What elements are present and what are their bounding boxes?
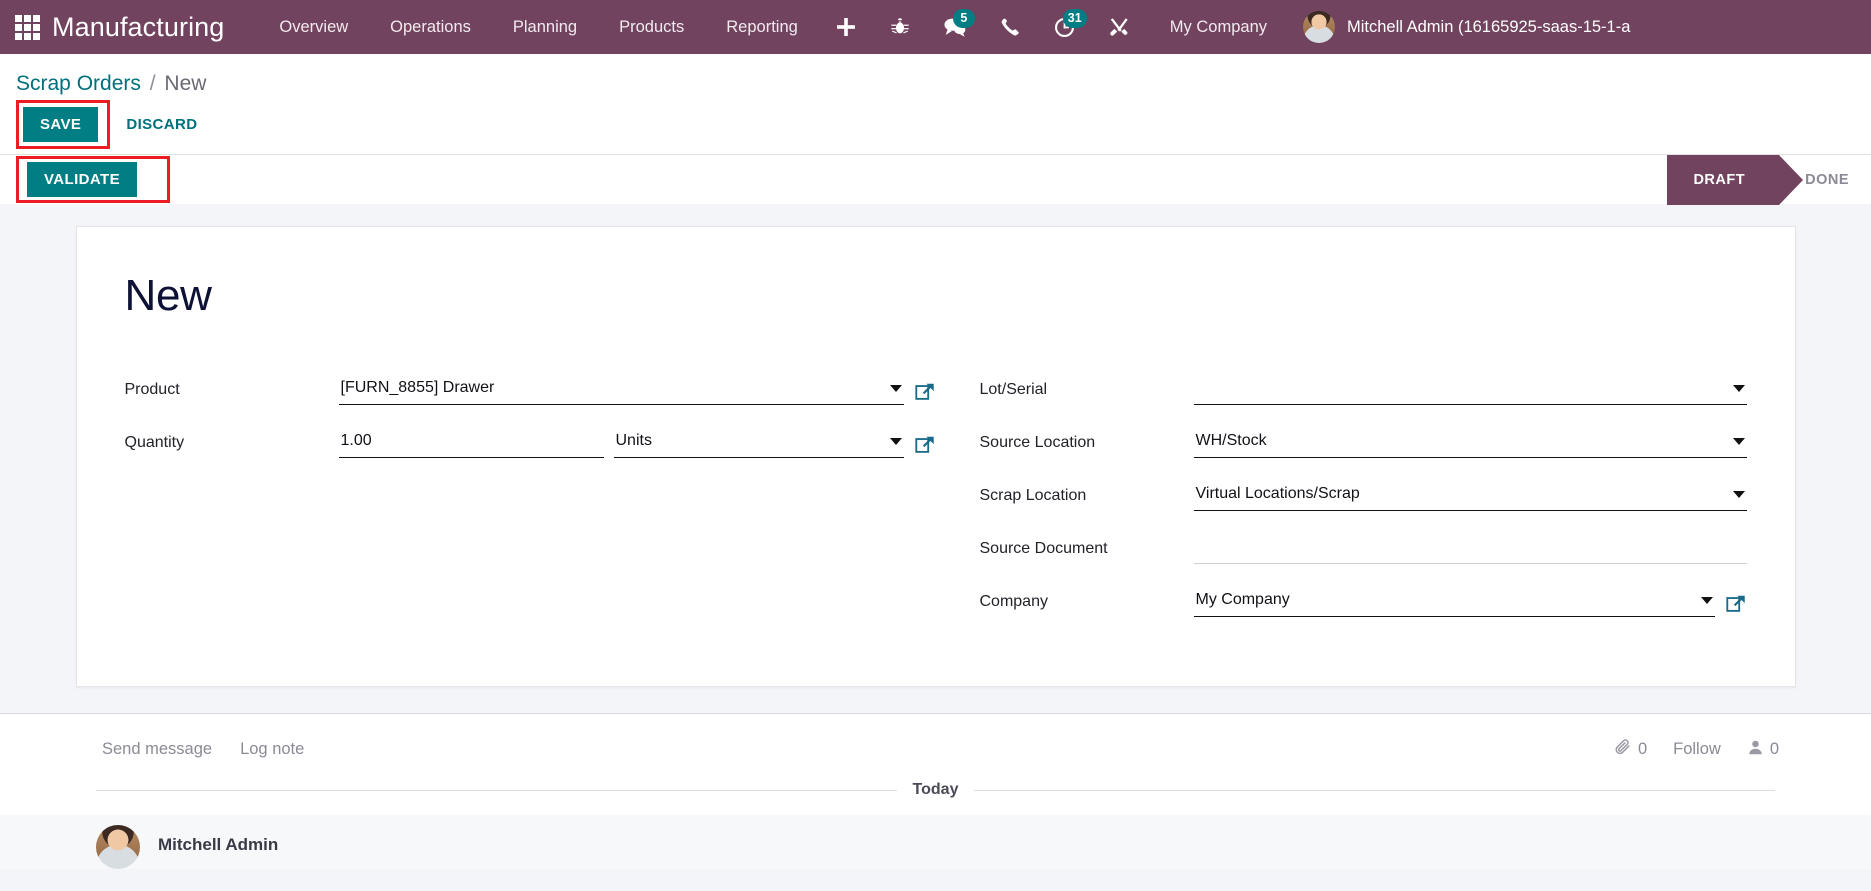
quantity-value: 1.00 xyxy=(340,432,372,449)
source-document-label: Source Document xyxy=(979,540,1108,557)
activity-clock-icon[interactable]: 31 xyxy=(1037,0,1092,54)
lot-serial-label: Lot/Serial xyxy=(979,381,1048,398)
form-columns: Product [FURN_8855] Drawer Quantity 1.00… xyxy=(125,367,1747,632)
messages-badge: 5 xyxy=(952,9,975,28)
field-row-source-document: Source Document xyxy=(980,526,1747,564)
lot-serial-input[interactable] xyxy=(1193,377,1747,405)
activity-badge: 31 xyxy=(1062,9,1087,28)
company-value: My Company xyxy=(1195,591,1290,608)
breadcrumb-current: New xyxy=(164,72,207,95)
statusbar: DRAFT DONE xyxy=(1667,154,1871,205)
product-input[interactable]: [FURN_8855] Drawer xyxy=(338,377,904,405)
uom-input[interactable]: Units xyxy=(613,430,904,458)
form-column-right: Lot/Serial Source Location WH/Stock Scra… xyxy=(936,367,1747,632)
uom-external-link-icon[interactable] xyxy=(914,434,936,456)
quantity-label: Quantity xyxy=(124,434,185,451)
separator-line xyxy=(974,789,1775,791)
uom-value: Units xyxy=(615,432,652,449)
source-location-label: Source Location xyxy=(979,434,1096,451)
breadcrumb-parent[interactable]: Scrap Orders xyxy=(16,72,141,95)
navbar-company-label[interactable]: My Company xyxy=(1146,18,1285,37)
tools-icon[interactable] xyxy=(1092,0,1146,54)
sheet-container: New Product [FURN_8855] Drawer Quantity … xyxy=(0,204,1871,687)
status-step-done[interactable]: DONE xyxy=(1779,155,1871,205)
phone-icon[interactable] xyxy=(983,0,1037,54)
followers-counter[interactable]: 0 xyxy=(1747,739,1779,761)
field-row-source-location: Source Location WH/Stock xyxy=(980,420,1747,458)
top-navbar: Manufacturing Overview Operations Planni… xyxy=(0,0,1871,54)
quantity-input[interactable]: 1.00 xyxy=(338,430,604,458)
company-external-link-icon[interactable] xyxy=(1725,593,1747,615)
field-row-lot-serial: Lot/Serial xyxy=(980,367,1747,405)
scrap-location-input[interactable]: Virtual Locations/Scrap xyxy=(1193,483,1747,511)
nav-item-overview[interactable]: Overview xyxy=(258,0,369,54)
chatter-action-buttons: Send message Log note xyxy=(96,736,310,763)
chevron-down-icon[interactable] xyxy=(889,384,902,392)
send-message-button[interactable]: Send message xyxy=(96,736,218,763)
breadcrumb: Scrap Orders / New xyxy=(16,54,1871,102)
plus-icon[interactable] xyxy=(819,0,873,54)
followers-count: 0 xyxy=(1769,740,1779,758)
company-input[interactable]: My Company xyxy=(1193,589,1715,617)
follow-button[interactable]: Follow xyxy=(1673,740,1721,759)
chatter-meta: 0 Follow 0 xyxy=(1614,738,1779,761)
form-column-left: Product [FURN_8855] Drawer Quantity 1.00… xyxy=(125,367,936,632)
chevron-down-icon[interactable] xyxy=(889,437,902,445)
chevron-down-icon[interactable] xyxy=(1732,490,1745,498)
avatar xyxy=(1303,11,1335,43)
message-avatar xyxy=(96,825,140,869)
user-menu[interactable]: Mitchell Admin (16165925-saas-15-1-a xyxy=(1285,11,1630,43)
message-item: Mitchell Admin xyxy=(0,815,1871,869)
attachment-count: 0 xyxy=(1637,740,1648,758)
source-location-value: WH/Stock xyxy=(1195,432,1267,449)
save-button-highlight: SAVE xyxy=(16,99,111,149)
save-button[interactable]: SAVE xyxy=(23,106,99,142)
separator-line xyxy=(96,789,897,791)
discard-button[interactable]: DISCARD xyxy=(110,107,213,142)
company-label: Company xyxy=(979,593,1048,610)
user-icon xyxy=(1747,739,1764,761)
messages-icon[interactable]: 5 xyxy=(927,0,983,54)
nav-item-reporting[interactable]: Reporting xyxy=(705,0,819,54)
validate-button[interactable]: VALIDATE xyxy=(27,162,137,197)
source-document-input[interactable] xyxy=(1193,536,1747,564)
record-action-buttons: SAVE DISCARD xyxy=(16,99,1871,154)
paperclip-icon xyxy=(1614,738,1632,761)
status-step-draft[interactable]: DRAFT xyxy=(1667,154,1803,205)
validate-button-highlight: VALIDATE xyxy=(16,156,170,203)
bug-icon[interactable] xyxy=(873,0,927,54)
source-location-input[interactable]: WH/Stock xyxy=(1193,430,1747,458)
apps-grid-icon[interactable] xyxy=(10,12,44,42)
today-label: Today xyxy=(912,781,959,798)
field-row-company: Company My Company xyxy=(980,579,1747,617)
nav-item-planning[interactable]: Planning xyxy=(492,0,598,54)
nav-item-operations[interactable]: Operations xyxy=(369,0,492,54)
message-author: Mitchell Admin xyxy=(158,835,279,854)
attachments-counter[interactable]: 0 xyxy=(1614,738,1647,761)
breadcrumb-separator: / xyxy=(149,72,156,95)
form-sheet: New Product [FURN_8855] Drawer Quantity … xyxy=(75,226,1796,687)
page-title: New xyxy=(124,271,212,320)
chatter: Send message Log note 0 Follow 0 Today M… xyxy=(0,713,1871,869)
user-name-label: Mitchell Admin (16165925-saas-15-1-a xyxy=(1347,17,1631,36)
product-value: [FURN_8855] Drawer xyxy=(340,379,495,396)
field-row-product: Product [FURN_8855] Drawer xyxy=(125,367,936,405)
chevron-down-icon[interactable] xyxy=(1700,596,1713,604)
scrap-location-label: Scrap Location xyxy=(979,487,1087,504)
app-brand-manufacturing[interactable]: Manufacturing xyxy=(52,12,224,43)
product-label: Product xyxy=(124,381,180,398)
chevron-down-icon[interactable] xyxy=(1732,437,1745,445)
chatter-toolbar: Send message Log note 0 Follow 0 xyxy=(0,714,1871,781)
field-row-quantity: Quantity 1.00 Units xyxy=(125,420,936,458)
chevron-down-icon[interactable] xyxy=(1732,384,1745,392)
action-statusbar-row: VALIDATE DRAFT DONE xyxy=(0,154,1871,205)
log-note-button[interactable]: Log note xyxy=(234,736,310,763)
control-panel: Scrap Orders / New SAVE DISCARD xyxy=(0,54,1871,154)
scrap-location-value: Virtual Locations/Scrap xyxy=(1195,485,1360,502)
nav-item-products[interactable]: Products xyxy=(598,0,705,54)
product-external-link-icon[interactable] xyxy=(914,381,936,403)
today-separator: Today xyxy=(0,781,1871,799)
field-row-scrap-location: Scrap Location Virtual Locations/Scrap xyxy=(980,473,1747,511)
